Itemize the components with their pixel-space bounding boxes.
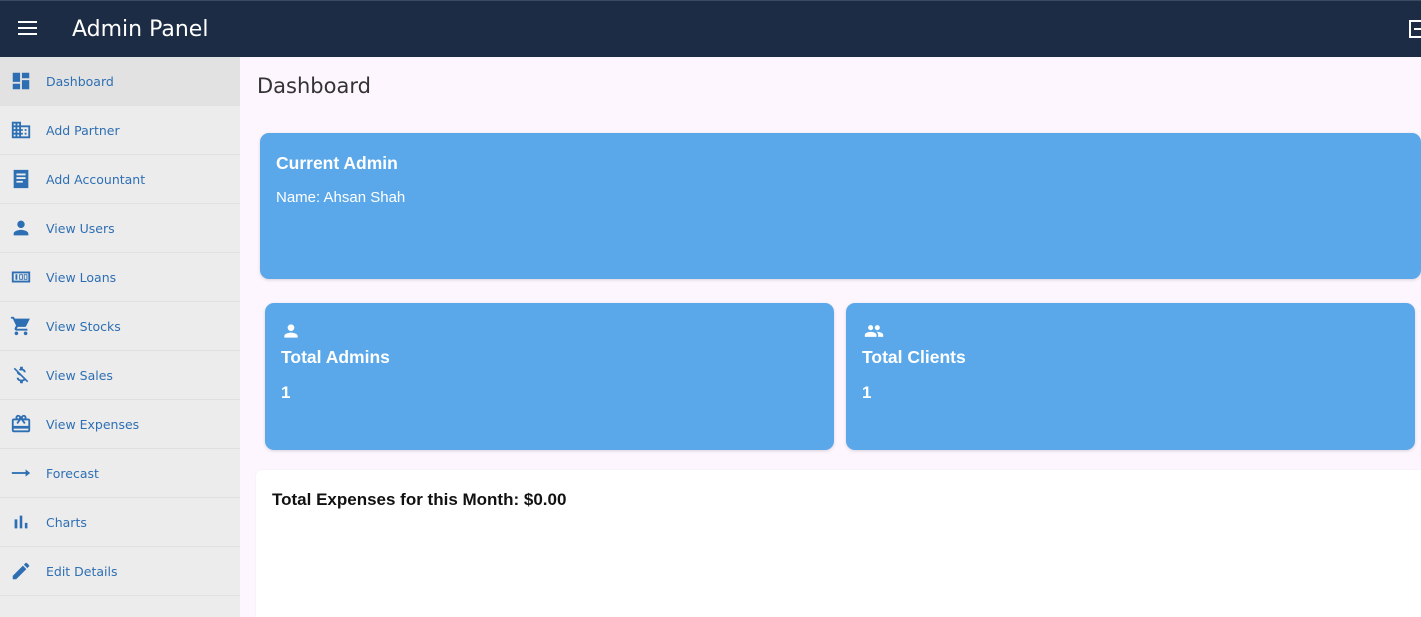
sidebar-item-add-accountant[interactable]: Add Accountant bbox=[0, 155, 240, 204]
receipt-icon bbox=[10, 168, 32, 190]
sidebar-item-add-partner[interactable]: Add Partner bbox=[0, 106, 240, 155]
business-icon bbox=[10, 119, 32, 141]
sidebar-item-charts[interactable]: Charts bbox=[0, 498, 240, 547]
sidebar-item-label: View Stocks bbox=[46, 319, 121, 334]
sidebar-item-label: Add Accountant bbox=[46, 172, 146, 187]
menu-icon[interactable] bbox=[16, 19, 40, 39]
total-clients-title: Total Clients bbox=[862, 347, 966, 367]
arrow-right-icon bbox=[10, 462, 32, 484]
sidebar-item-label: View Expenses bbox=[46, 417, 140, 432]
sidebar-item-forecast[interactable]: Forecast bbox=[0, 449, 240, 498]
monthly-expenses-panel: Total Expenses for this Month: $0.00 bbox=[256, 470, 1421, 617]
money-off-icon bbox=[10, 364, 32, 386]
cart-icon bbox=[10, 315, 32, 337]
sidebar-item-edit-details[interactable]: Edit Details bbox=[0, 547, 240, 596]
person-icon bbox=[10, 217, 32, 239]
sidebar-item-label: Edit Details bbox=[46, 564, 118, 579]
sidebar-nav: Dashboard Add Partner Add Accountant Vie… bbox=[0, 57, 240, 617]
top-app-bar: Admin Panel bbox=[0, 0, 1421, 57]
person-icon bbox=[281, 321, 303, 341]
sidebar-item-label: Forecast bbox=[46, 466, 99, 481]
dashboard-icon bbox=[10, 70, 32, 92]
card-giftcard-icon bbox=[10, 413, 32, 435]
bar-chart-icon bbox=[10, 511, 32, 533]
sidebar-item-label: Add Partner bbox=[46, 123, 120, 138]
page-title: Dashboard bbox=[257, 74, 371, 98]
total-admins-value: 1 bbox=[281, 383, 291, 402]
total-admins-card: Total Admins 1 bbox=[265, 303, 834, 450]
sidebar-item-view-sales[interactable]: View Sales bbox=[0, 351, 240, 400]
monthly-expenses-text: Total Expenses for this Month: $0.00 bbox=[272, 490, 567, 509]
sidebar-item-view-users[interactable]: View Users bbox=[0, 204, 240, 253]
sidebar-item-label: View Sales bbox=[46, 368, 113, 383]
app-title: Admin Panel bbox=[72, 17, 209, 42]
money-icon bbox=[10, 266, 32, 288]
sidebar-item-label: View Users bbox=[46, 221, 115, 236]
sidebar-item-view-loans[interactable]: View Loans bbox=[0, 253, 240, 302]
logout-icon[interactable] bbox=[1409, 20, 1421, 38]
current-admin-card: Current Admin Name: Ahsan Shah bbox=[260, 133, 1421, 279]
total-clients-value: 1 bbox=[862, 383, 872, 402]
sidebar-item-label: View Loans bbox=[46, 270, 117, 285]
edit-icon bbox=[10, 560, 32, 582]
total-admins-title: Total Admins bbox=[281, 347, 390, 367]
current-admin-title: Current Admin bbox=[276, 153, 398, 173]
sidebar-item-view-expenses[interactable]: View Expenses bbox=[0, 400, 240, 449]
current-admin-name: Name: Ahsan Shah bbox=[276, 189, 406, 206]
total-clients-card: Total Clients 1 bbox=[846, 303, 1415, 450]
people-icon bbox=[862, 321, 884, 341]
sidebar-item-dashboard[interactable]: Dashboard bbox=[0, 57, 240, 106]
sidebar-item-label: Charts bbox=[46, 515, 87, 530]
sidebar-item-label: Dashboard bbox=[46, 74, 114, 89]
main-content: Dashboard Current Admin Name: Ahsan Shah… bbox=[240, 57, 1421, 617]
sidebar-item-view-stocks[interactable]: View Stocks bbox=[0, 302, 240, 351]
